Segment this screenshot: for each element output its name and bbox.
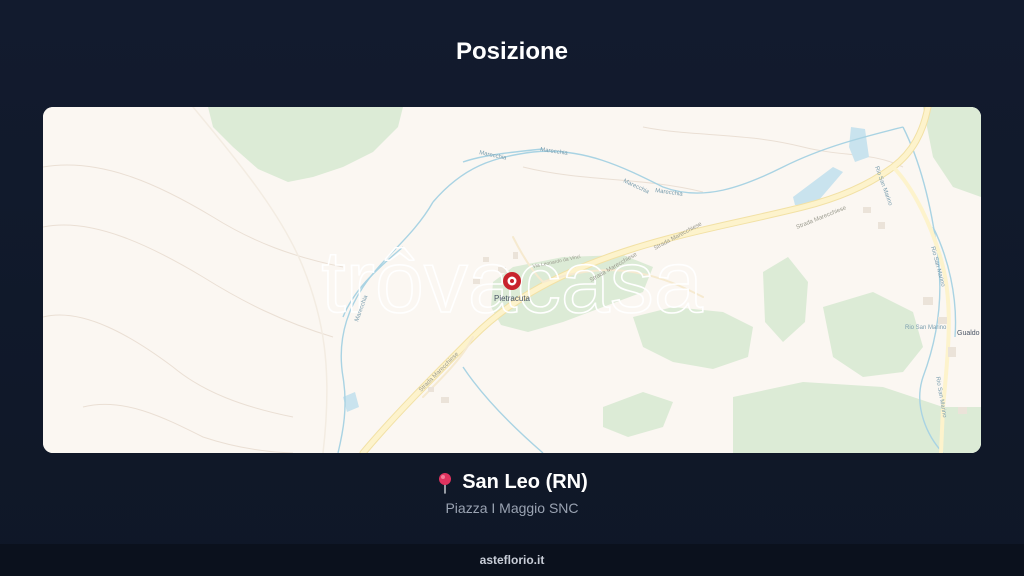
- marker-label: Pietracuta: [494, 294, 531, 303]
- label-rio: Rio San Marino: [905, 325, 947, 331]
- building: [948, 347, 956, 357]
- building: [938, 317, 947, 324]
- building: [878, 222, 885, 229]
- footer-site[interactable]: asteflorio.it: [480, 553, 545, 567]
- map[interactable]: trôvacasa Marecchia Marecchia Marecchia …: [43, 107, 981, 453]
- location-address: Piazza I Maggio SNC: [445, 500, 579, 516]
- location-city: San Leo (RN): [462, 471, 588, 493]
- marker-dot: [510, 279, 514, 283]
- page-title: Posizione: [455, 38, 569, 65]
- footer: asteflorio.it: [0, 544, 1024, 576]
- building: [923, 297, 933, 305]
- location-marker[interactable]: [503, 272, 521, 290]
- location-row: San Leo (RN): [0, 471, 1024, 494]
- building: [441, 397, 449, 403]
- label-place-gualdo: Gualdo: [957, 330, 980, 337]
- round-pushpin-icon: [439, 472, 452, 494]
- map-canvas[interactable]: trôvacasa Marecchia Marecchia Marecchia …: [43, 107, 981, 453]
- building: [958, 407, 967, 414]
- building: [863, 207, 871, 213]
- building: [428, 387, 434, 392]
